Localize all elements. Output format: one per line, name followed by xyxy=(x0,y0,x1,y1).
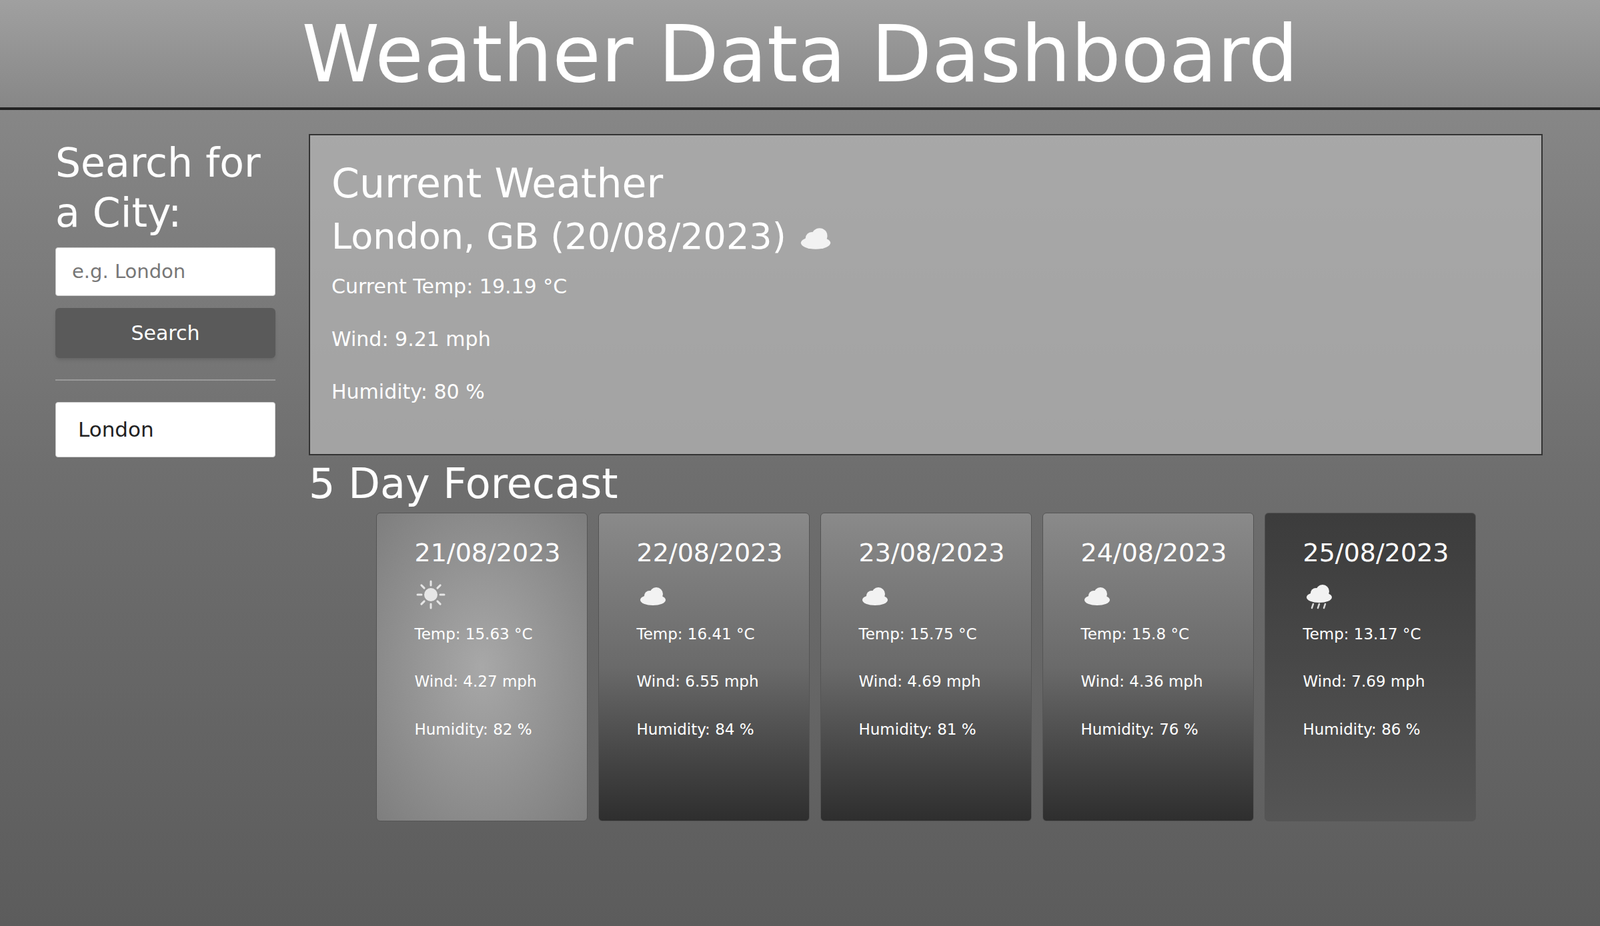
forecast-humidity: Humidity: 82 % xyxy=(414,720,549,740)
current-heading: Current Weather xyxy=(331,159,1520,208)
forecast-temp: Temp: 15.8 °C xyxy=(1081,625,1216,645)
forecast-wind: Wind: 6.55 mph xyxy=(636,672,771,692)
cloud-icon xyxy=(796,218,835,256)
forecast-cards: 21/08/2023 Temp: 15.63 °C Wind: 4.27 mph Hu… xyxy=(308,512,1543,822)
forecast-card: 25/08/2023 Temp: 13.17 °C Wind: 7.69 mph Hu… xyxy=(1264,512,1476,822)
current-temp: Current Temp: 19.19 °C xyxy=(331,273,1520,300)
forecast-stats: Temp: 16.41 °C Wind: 6.55 mph Humidity: 84… xyxy=(636,625,771,740)
sun-icon xyxy=(414,578,447,611)
forecast-date: 24/08/2023 xyxy=(1081,537,1216,570)
forecast-temp: Temp: 15.75 °C xyxy=(859,625,994,645)
rain-cloud-icon xyxy=(1303,578,1336,611)
forecast-humidity: Humidity: 86 % xyxy=(1303,720,1438,740)
page-title: Weather Data Dashboard xyxy=(302,6,1299,102)
history-list: London xyxy=(55,402,276,458)
forecast-card: 24/08/2023 Temp: 15.8 °C Wind: 4.36 mph Hum… xyxy=(1042,512,1254,822)
page-header: Weather Data Dashboard xyxy=(0,0,1600,111)
location-row: London, GB (20/08/2023) xyxy=(331,215,1520,259)
forecast-date: 22/08/2023 xyxy=(636,537,771,570)
cloud-icon xyxy=(636,578,669,611)
forecast-date: 21/08/2023 xyxy=(414,537,549,570)
search-sidebar: Search for a City: Search London xyxy=(55,134,276,458)
search-button[interactable]: Search xyxy=(55,308,276,359)
forecast-card: 21/08/2023 Temp: 15.63 °C Wind: 4.27 mph Hu… xyxy=(376,512,588,822)
forecast-wind: Wind: 4.36 mph xyxy=(1081,672,1216,692)
forecast-stats: Temp: 13.17 °C Wind: 7.69 mph Humidity: 86… xyxy=(1303,625,1438,740)
cloud-icon xyxy=(859,578,892,611)
current-weather-panel: Current Weather London, GB (20/08/2023) Cu… xyxy=(308,134,1543,456)
current-stats: Current Temp: 19.19 °C Wind: 9.21 mph Humi… xyxy=(331,273,1520,405)
current-humidity: Humidity: 80 % xyxy=(331,378,1520,405)
forecast-date: 23/08/2023 xyxy=(859,537,994,570)
forecast-card: 22/08/2023 Temp: 16.41 °C Wind: 6.55 mph Hu… xyxy=(598,512,810,822)
cloud-icon xyxy=(1081,578,1114,611)
forecast-humidity: Humidity: 84 % xyxy=(636,720,771,740)
current-wind: Wind: 9.21 mph xyxy=(331,326,1520,353)
forecast-heading: 5 Day Forecast xyxy=(308,459,1543,509)
forecast-temp: Temp: 13.17 °C xyxy=(1303,625,1438,645)
forecast-wind: Wind: 4.27 mph xyxy=(414,672,549,692)
city-input[interactable] xyxy=(55,247,276,297)
forecast-temp: Temp: 15.63 °C xyxy=(414,625,549,645)
forecast-date: 25/08/2023 xyxy=(1303,537,1438,570)
forecast-stats: Temp: 15.63 °C Wind: 4.27 mph Humidity: 82… xyxy=(414,625,549,740)
forecast-card: 23/08/2023 Temp: 15.75 °C Wind: 4.69 mph Hu… xyxy=(820,512,1032,822)
search-heading: Search for a City: xyxy=(55,138,276,239)
forecast-stats: Temp: 15.75 °C Wind: 4.69 mph Humidity: 81… xyxy=(859,625,994,740)
forecast-humidity: Humidity: 81 % xyxy=(859,720,994,740)
forecast-temp: Temp: 16.41 °C xyxy=(636,625,771,645)
forecast-wind: Wind: 4.69 mph xyxy=(859,672,994,692)
forecast-wind: Wind: 7.69 mph xyxy=(1303,672,1438,692)
forecast-humidity: Humidity: 76 % xyxy=(1081,720,1216,740)
location-title: London, GB (20/08/2023) xyxy=(331,215,787,259)
history-item[interactable]: London xyxy=(55,402,276,458)
forecast-stats: Temp: 15.8 °C Wind: 4.36 mph Humidity: 76 … xyxy=(1081,625,1216,740)
